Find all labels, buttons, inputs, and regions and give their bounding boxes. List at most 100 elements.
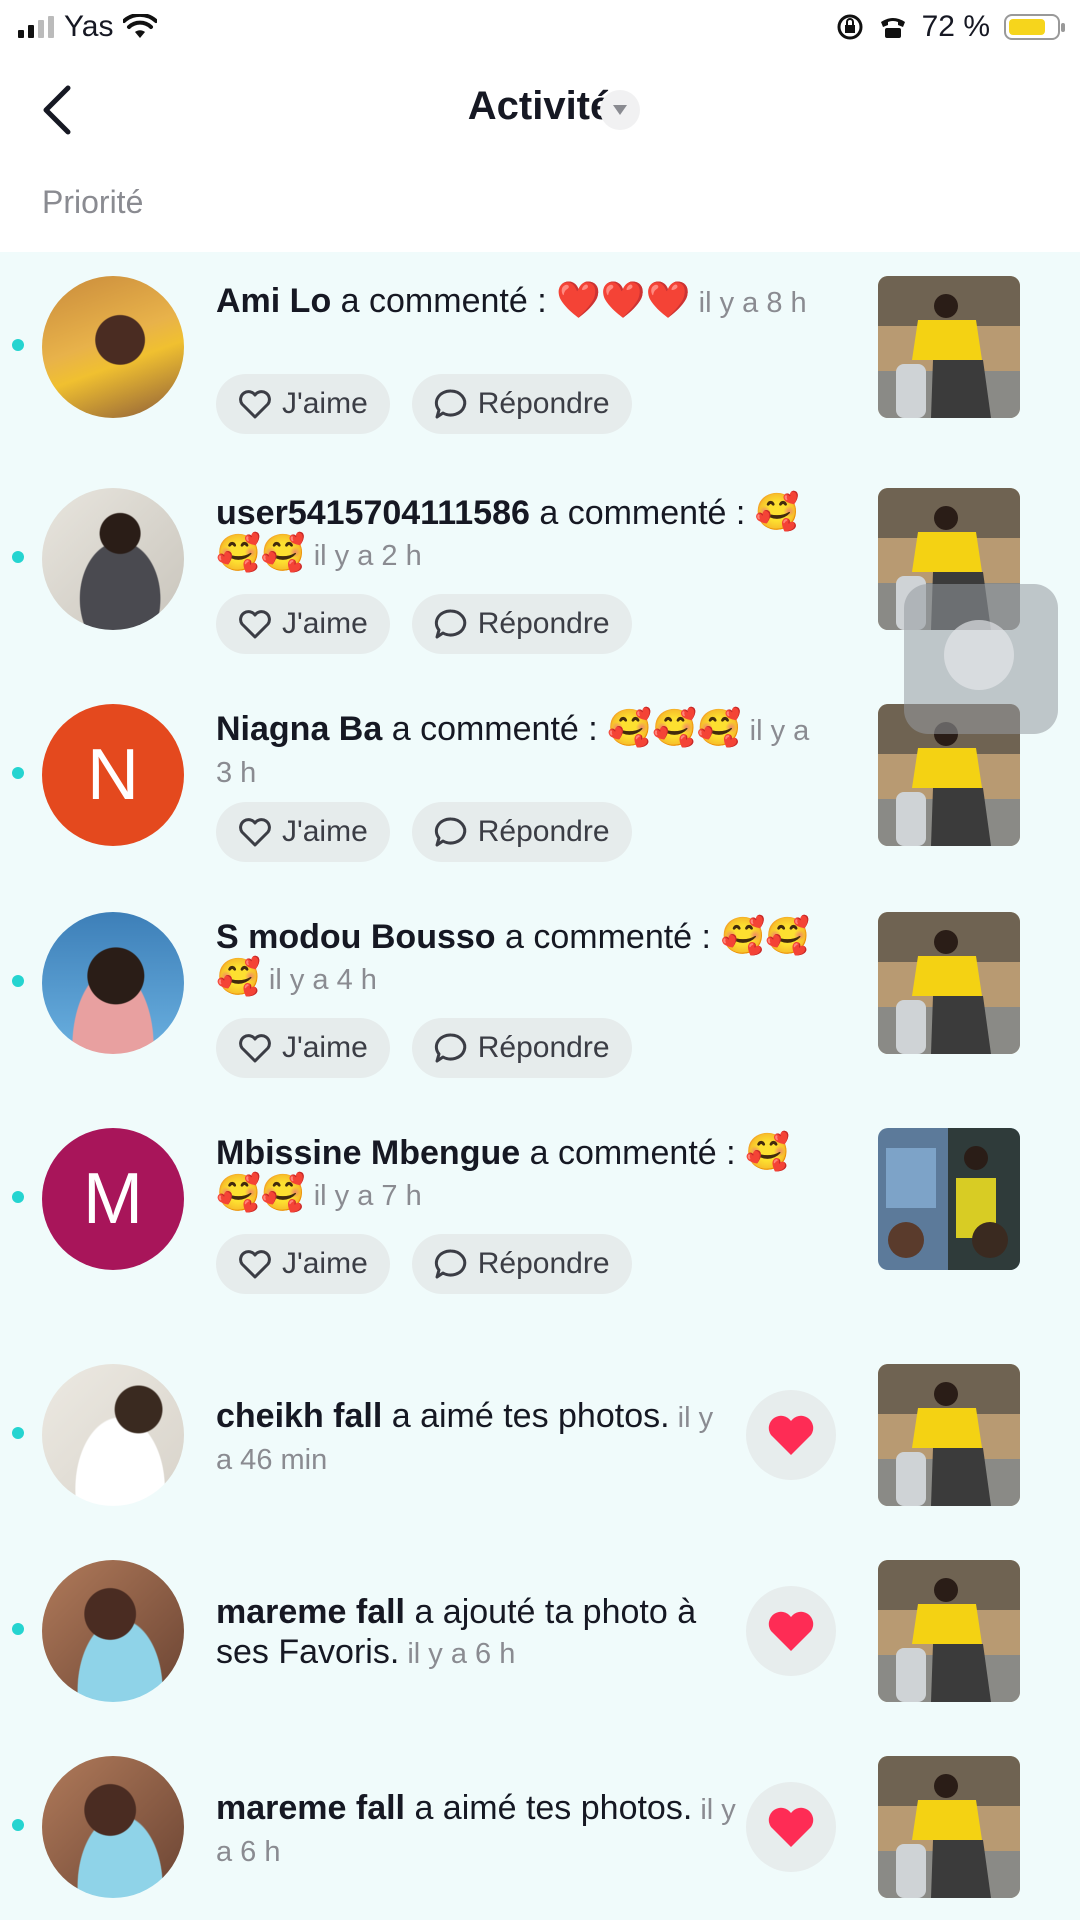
battery-icon bbox=[1004, 14, 1065, 40]
avatar[interactable] bbox=[42, 1364, 184, 1506]
comment-text: Mbissine Mbengue a commenté : 🥰🥰🥰 il y a… bbox=[216, 1132, 816, 1216]
avatar[interactable]: N bbox=[42, 704, 184, 846]
reply-label: Répondre bbox=[477, 1247, 610, 1280]
reply-button[interactable]: Répondre bbox=[411, 1018, 632, 1078]
comment-text: S modou Bousso a commenté : 🥰🥰🥰 il y a 4… bbox=[216, 916, 816, 1000]
list-item[interactable]: mareme fall a aimé tes photos. il y a 6 … bbox=[0, 1756, 1080, 1906]
reply-button[interactable]: Répondre bbox=[411, 802, 632, 862]
post-thumbnail[interactable] bbox=[878, 912, 1020, 1054]
like-back-button[interactable] bbox=[746, 1390, 836, 1480]
reply-button[interactable]: Répondre bbox=[411, 1234, 632, 1294]
activity-list: Ami Lo a commenté : ❤️❤️❤️ il y a 8 h J'… bbox=[0, 252, 1080, 1920]
timestamp: il y a 4 h bbox=[260, 964, 377, 996]
reply-button[interactable]: Répondre bbox=[411, 374, 632, 434]
reply-label: Répondre bbox=[477, 815, 610, 848]
list-item[interactable]: M Mbissine Mbengue a commenté : 🥰🥰🥰 il y… bbox=[0, 1128, 1080, 1318]
username[interactable]: mareme fall bbox=[216, 1593, 405, 1631]
thumbnail-image bbox=[878, 912, 1020, 1054]
activity-text: mareme fall a ajouté ta photo à ses Favo… bbox=[216, 1592, 736, 1674]
like-label: J'aime bbox=[282, 387, 368, 420]
unread-dot bbox=[12, 1427, 24, 1439]
comment-verb: a commenté : bbox=[495, 918, 721, 956]
activity-description: a aimé tes photos. bbox=[382, 1397, 670, 1435]
reply-button[interactable]: Répondre bbox=[411, 594, 632, 654]
signal-icon bbox=[18, 16, 54, 38]
comment-verb: a commenté : bbox=[520, 1134, 746, 1172]
thumbnail-image bbox=[878, 1756, 1020, 1898]
wifi-icon bbox=[123, 14, 158, 38]
header: Activité bbox=[0, 60, 1080, 160]
reply-label: Répondre bbox=[477, 1031, 610, 1064]
avatar[interactable]: M bbox=[42, 1128, 184, 1270]
speech-bubble-icon bbox=[434, 817, 466, 847]
username[interactable]: mareme fall bbox=[216, 1789, 405, 1827]
username[interactable]: Niagna Ba bbox=[216, 710, 382, 748]
username[interactable]: cheikh fall bbox=[216, 1397, 382, 1435]
reply-label: Répondre bbox=[477, 607, 610, 640]
assistive-touch-button[interactable] bbox=[904, 584, 1058, 734]
avatar[interactable] bbox=[42, 912, 184, 1054]
like-label: J'aime bbox=[282, 1031, 368, 1064]
like-label: J'aime bbox=[282, 607, 368, 640]
username[interactable]: user5415704111586 bbox=[216, 494, 530, 532]
comment-text: user5415704111586 a commenté : 🥰🥰🥰 il y … bbox=[216, 492, 816, 576]
timestamp: il y a 8 h bbox=[690, 287, 807, 319]
thumbnail-image bbox=[878, 1364, 1020, 1506]
unread-dot bbox=[12, 1191, 24, 1203]
thumbnail-image bbox=[878, 276, 1020, 418]
comment-verb: a commenté : bbox=[529, 494, 755, 532]
post-thumbnail[interactable] bbox=[878, 1364, 1020, 1506]
avatar[interactable] bbox=[42, 1560, 184, 1702]
comment-verb: a commenté : bbox=[382, 710, 608, 748]
post-thumbnail[interactable] bbox=[878, 276, 1020, 418]
username[interactable]: S modou Bousso bbox=[216, 918, 496, 956]
list-item[interactable]: N Niagna Ba a commenté : 🥰🥰🥰 il y a 3 h … bbox=[0, 704, 1080, 894]
like-button[interactable]: J'aime bbox=[216, 802, 390, 862]
post-thumbnail[interactable] bbox=[878, 1128, 1020, 1270]
post-thumbnail[interactable] bbox=[878, 1560, 1020, 1702]
username[interactable]: Ami Lo bbox=[216, 282, 331, 320]
battery-percent: 72 % bbox=[921, 10, 990, 43]
like-back-button[interactable] bbox=[746, 1782, 836, 1872]
speech-bubble-icon bbox=[434, 389, 466, 419]
thumbnail-image bbox=[878, 1560, 1020, 1702]
comment-emoji: ❤️❤️❤️ bbox=[556, 279, 691, 320]
comment-verb: a commenté : bbox=[331, 282, 557, 320]
list-item[interactable]: cheikh fall a aimé tes photos. il y a 46… bbox=[0, 1364, 1080, 1514]
unread-dot bbox=[12, 975, 24, 987]
heart-filled-icon bbox=[768, 1807, 814, 1847]
heart-outline-icon bbox=[239, 390, 271, 419]
speech-bubble-icon bbox=[434, 1249, 466, 1279]
avatar-letter: M bbox=[83, 1159, 143, 1239]
like-button[interactable]: J'aime bbox=[216, 1018, 390, 1078]
list-item[interactable]: Ami Lo a commenté : ❤️❤️❤️ il y a 8 h J'… bbox=[0, 276, 1080, 466]
title-dropdown-button[interactable] bbox=[600, 90, 640, 130]
thumbnail-image bbox=[878, 1128, 1020, 1270]
unread-dot bbox=[12, 551, 24, 563]
caret-down-icon bbox=[613, 105, 627, 115]
phone-icon bbox=[880, 18, 905, 38]
page-title: Activité bbox=[467, 84, 613, 128]
activity-description: a aimé tes photos. bbox=[405, 1789, 693, 1827]
like-button[interactable]: J'aime bbox=[216, 594, 390, 654]
like-back-button[interactable] bbox=[746, 1586, 836, 1676]
comment-text: Ami Lo a commenté : ❤️❤️❤️ il y a 8 h bbox=[216, 280, 816, 323]
like-button[interactable]: J'aime bbox=[216, 374, 390, 434]
list-item[interactable]: S modou Bousso a commenté : 🥰🥰🥰 il y a 4… bbox=[0, 912, 1080, 1102]
avatar-letter: N bbox=[87, 735, 139, 815]
timestamp: il y a 2 h bbox=[305, 540, 422, 572]
carrier-name: Yas bbox=[64, 10, 114, 43]
heart-outline-icon bbox=[239, 610, 271, 639]
avatar[interactable] bbox=[42, 1756, 184, 1898]
heart-outline-icon bbox=[239, 818, 271, 847]
username[interactable]: Mbissine Mbengue bbox=[216, 1134, 520, 1172]
speech-bubble-icon bbox=[434, 1033, 466, 1063]
avatar[interactable] bbox=[42, 488, 184, 630]
like-button[interactable]: J'aime bbox=[216, 1234, 390, 1294]
list-item[interactable]: mareme fall a ajouté ta photo à ses Favo… bbox=[0, 1560, 1080, 1710]
avatar[interactable] bbox=[42, 276, 184, 418]
timestamp: il y a 7 h bbox=[305, 1180, 422, 1212]
comment-emoji: 🥰🥰🥰 bbox=[607, 707, 742, 748]
like-label: J'aime bbox=[282, 815, 368, 848]
post-thumbnail[interactable] bbox=[878, 1756, 1020, 1898]
